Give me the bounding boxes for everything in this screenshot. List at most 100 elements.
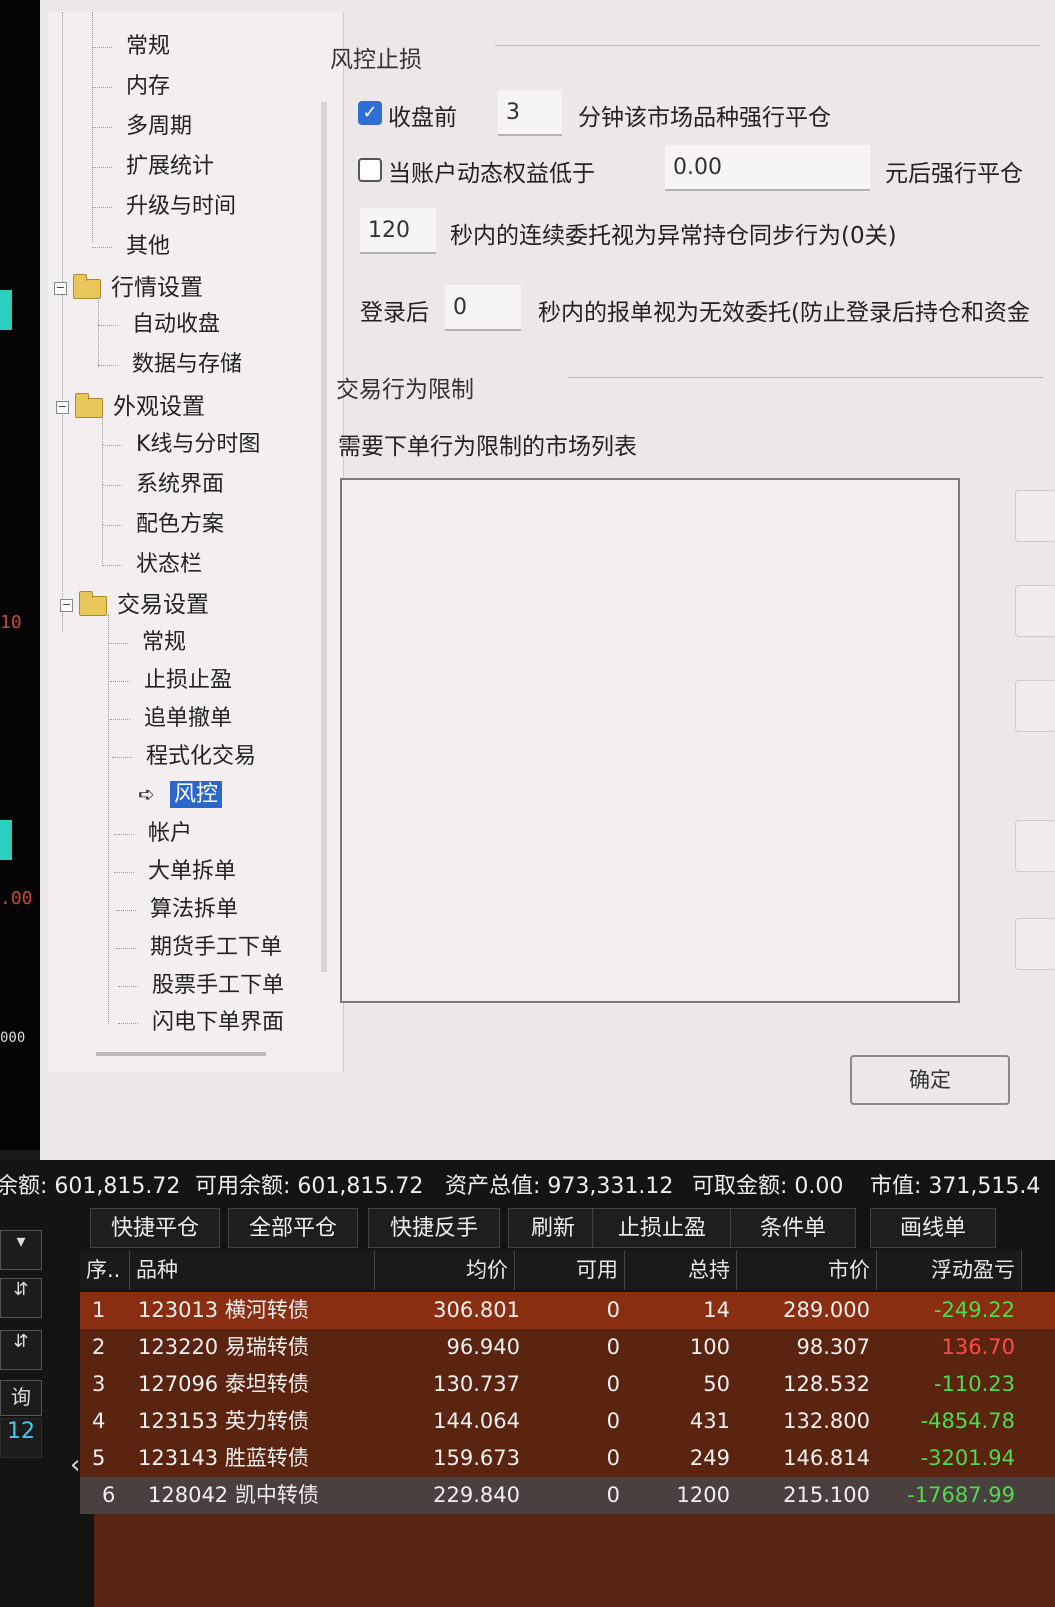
cell-price: 128.532: [783, 1372, 870, 1396]
spinner-up-down[interactable]: ⇵: [0, 1278, 42, 1318]
equity-threshold-input[interactable]: 0.00: [665, 145, 870, 191]
tree-item-label: 止损止盈: [144, 668, 233, 693]
column-header-price[interactable]: 市价: [737, 1250, 877, 1290]
conditional-order-button[interactable]: 条件单: [730, 1208, 856, 1248]
equity-threshold-checkbox[interactable]: [358, 158, 382, 182]
table-row[interactable]: 2 123220 易瑞转债 96.940 0 100 98.307 136.70: [80, 1329, 1055, 1366]
cell-name: 123013 横河转债: [138, 1298, 309, 1322]
stop-loss-profit-button[interactable]: 止损止盈: [592, 1208, 732, 1248]
side-button[interactable]: [1015, 918, 1055, 970]
column-header-total[interactable]: 总持: [625, 1250, 737, 1290]
tree-item-algo-split[interactable]: 算法拆单: [116, 891, 238, 923]
cell-available: 0: [606, 1372, 620, 1396]
tree-group-quote-settings[interactable]: − 行情设置: [54, 268, 203, 302]
table-row[interactable]: 4 123153 英力转债 144.064 0 431 132.800 -485…: [80, 1403, 1055, 1440]
cell-avg-price: 130.737: [433, 1372, 520, 1396]
cell-price: 98.307: [796, 1335, 870, 1359]
market-list[interactable]: [340, 478, 960, 1003]
collapse-icon[interactable]: −: [60, 599, 73, 612]
side-button[interactable]: [1015, 585, 1055, 637]
ok-button[interactable]: 确定: [850, 1055, 1010, 1105]
tree-item-trade-general[interactable]: 常规: [108, 624, 186, 656]
cell-total: 1200: [676, 1483, 730, 1507]
arrow-right-icon: ➪: [138, 782, 155, 806]
tree-hscrollbar[interactable]: [96, 1052, 266, 1056]
tree-item-stock-manual[interactable]: 股票手工下单: [118, 967, 284, 999]
cell-pnl: -17687.99: [907, 1483, 1015, 1507]
tree-item-upgrade-time[interactable]: 升级与时间: [92, 188, 236, 220]
column-header-avg-price[interactable]: 均价: [375, 1250, 515, 1290]
tree-item-status-bar[interactable]: 状态栏: [102, 546, 202, 578]
tree-item-label: 自动收盘: [132, 312, 221, 337]
tree-item-lightning-order[interactable]: 闪电下单界面: [118, 1004, 284, 1036]
cell-pnl: -3201.94: [920, 1446, 1015, 1470]
tree-item-system-ui[interactable]: 系统界面: [102, 466, 224, 498]
dropdown-button[interactable]: ▾: [0, 1230, 42, 1270]
divider: [568, 377, 1043, 378]
tree-item-label: 配色方案: [136, 512, 225, 537]
cell-name: 123220 易瑞转债: [138, 1335, 309, 1359]
query-button[interactable]: 询: [0, 1380, 42, 1416]
tree-group-trade-settings[interactable]: − 交易设置: [60, 585, 209, 619]
withdrawable-text: 可取金额: 0.00: [692, 1174, 844, 1199]
refresh-button[interactable]: 刷新: [508, 1208, 598, 1248]
tree-item-auto-close[interactable]: 自动收盘: [98, 306, 220, 338]
tree-item-label: 算法拆单: [150, 897, 239, 922]
quick-reverse-button[interactable]: 快捷反手: [368, 1208, 500, 1248]
tree-item-general[interactable]: 常规: [92, 28, 170, 60]
tree-item-color-scheme[interactable]: 配色方案: [102, 506, 224, 538]
table-row[interactable]: 5 123143 胜蓝转债 159.673 0 249 146.814 -320…: [80, 1440, 1055, 1477]
tree-item-stop-loss[interactable]: 止损止盈: [110, 662, 232, 694]
column-header-index[interactable]: 序..: [80, 1250, 130, 1290]
side-button[interactable]: [1015, 820, 1055, 872]
column-header-name[interactable]: 品种: [130, 1250, 375, 1290]
close-before-checkbox[interactable]: ✓: [358, 101, 382, 125]
cell-price: 215.100: [783, 1483, 870, 1507]
folder-icon: [73, 273, 101, 299]
cell-total: 14: [703, 1298, 730, 1322]
tree-item-data-storage[interactable]: 数据与存储: [98, 346, 242, 378]
close-before-minutes-input[interactable]: 3: [498, 90, 562, 136]
tree-scrollbar[interactable]: [321, 102, 327, 972]
column-header-available[interactable]: 可用: [515, 1250, 625, 1290]
tree-group-appearance-settings[interactable]: − 外观设置: [56, 387, 205, 421]
table-row[interactable]: 1 123013 横河转债 306.801 0 14 289.000 -249.…: [80, 1292, 1055, 1329]
divider: [495, 45, 1040, 46]
chevron-left-icon[interactable]: ‹: [70, 1450, 80, 1480]
tree-item-multiperiod[interactable]: 多周期: [92, 108, 192, 140]
cell-index: 6: [102, 1483, 116, 1507]
folder-icon: [75, 392, 103, 418]
positions-panel: 余额: 601,815.72 可用余额: 601,815.72 资产总值: 97…: [0, 1160, 1055, 1607]
tree-item-label: 状态栏: [136, 552, 203, 577]
side-button[interactable]: [1015, 680, 1055, 732]
table-row[interactable]: 6 128042 凯中转债 229.840 0 1200 215.100 -17…: [80, 1477, 1055, 1514]
login-seconds-input[interactable]: 0: [445, 285, 521, 331]
tree-connector: [108, 614, 109, 1024]
quick-close-button[interactable]: 快捷平仓: [90, 1208, 220, 1248]
tree-item-futures-manual[interactable]: 期货手工下单: [116, 929, 282, 961]
tree-item-algo-trading[interactable]: 程式化交易: [112, 738, 256, 770]
chart-tick-label: 10: [0, 612, 22, 633]
tree-item-account[interactable]: 帐户: [114, 815, 192, 847]
close-all-button[interactable]: 全部平仓: [228, 1208, 358, 1248]
side-button[interactable]: [1015, 490, 1055, 542]
sync-seconds-input[interactable]: 120: [360, 208, 436, 254]
tree-item-extended-stats[interactable]: 扩展统计: [92, 148, 214, 180]
spinner-up-down[interactable]: ⇵: [0, 1330, 42, 1370]
collapse-icon[interactable]: −: [54, 282, 67, 295]
tree-item-kline[interactable]: K线与分时图: [102, 426, 260, 458]
drawline-order-button[interactable]: 画线单: [870, 1208, 996, 1248]
table-row[interactable]: 3 127096 泰坦转债 130.737 0 50 128.532 -110.…: [80, 1366, 1055, 1403]
collapse-icon[interactable]: −: [56, 401, 69, 414]
tree-item-chase-cancel[interactable]: 追单撤单: [110, 700, 232, 732]
account-summary: 余额: 601,815.72 可用余额: 601,815.72 资产总值: 97…: [0, 1168, 1055, 1208]
tree-item-other[interactable]: 其他: [92, 228, 170, 260]
column-header-pnl[interactable]: 浮动盈亏: [877, 1250, 1022, 1290]
close-before-suffix: 分钟该市场品种强行平仓: [578, 105, 831, 131]
tree-item-label: 闪电下单界面: [152, 1010, 285, 1035]
balance-text: 余额: 601,815.72: [0, 1174, 181, 1199]
tree-item-large-order-split[interactable]: 大单拆单: [114, 853, 236, 885]
tree-item-memory[interactable]: 内存: [92, 68, 170, 100]
cell-pnl: 136.70: [941, 1335, 1015, 1359]
tree-item-risk-control[interactable]: 风控: [170, 776, 223, 808]
